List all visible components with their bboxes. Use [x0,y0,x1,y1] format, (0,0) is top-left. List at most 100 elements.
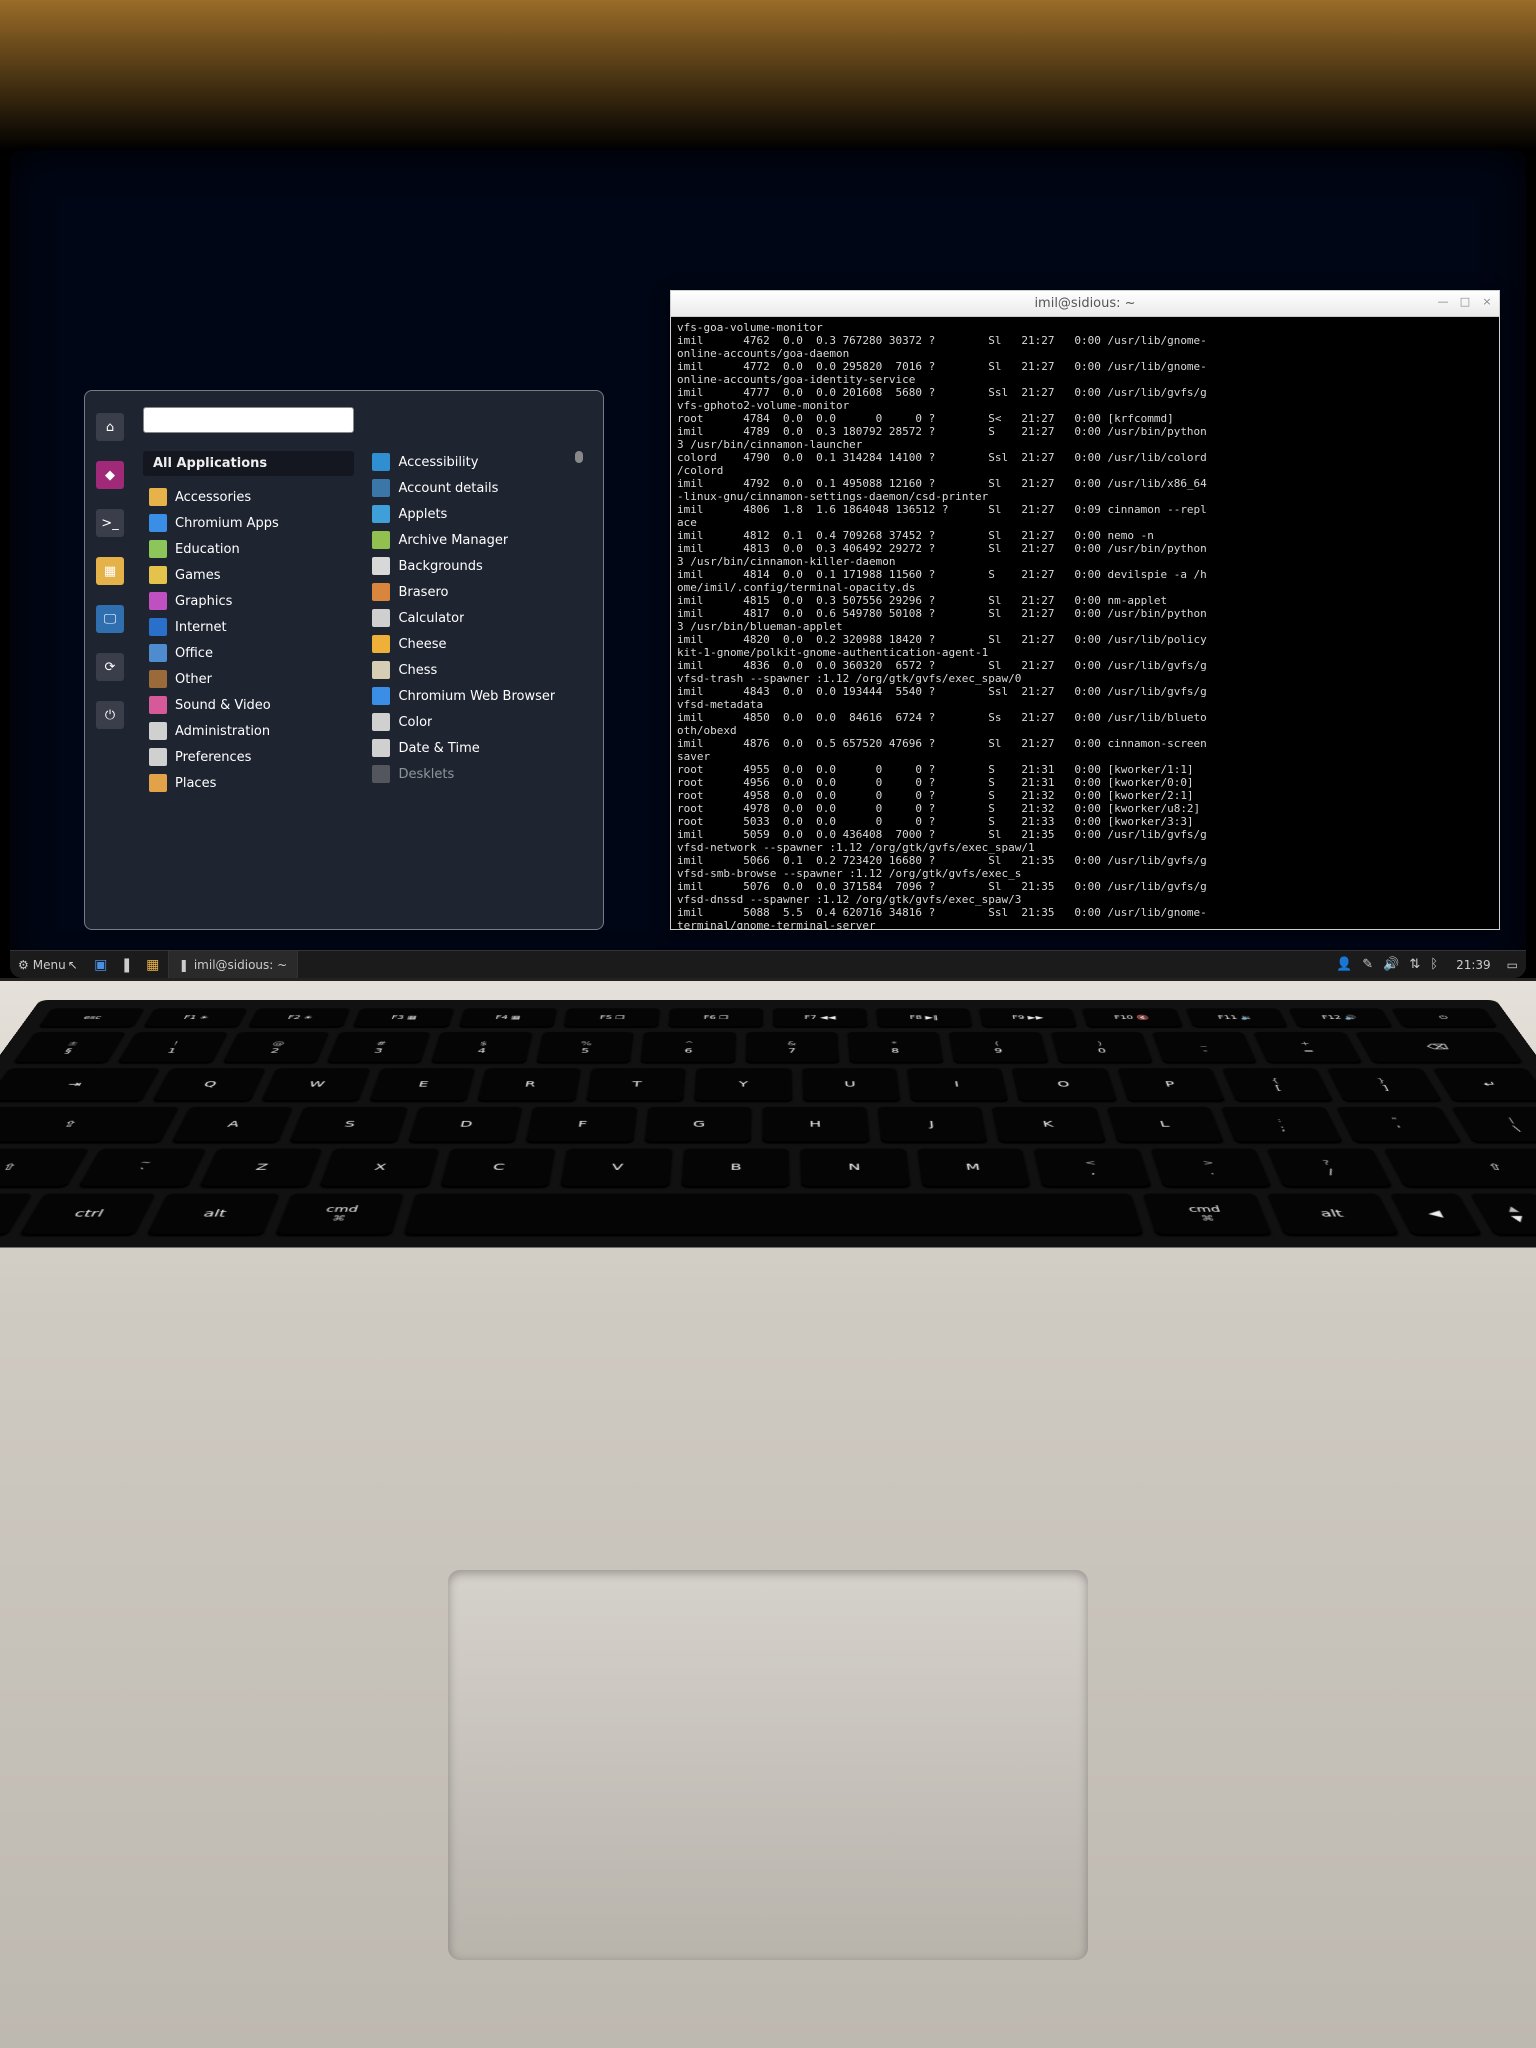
category-education[interactable]: Education [143,536,354,562]
software-icon[interactable]: ◆ [96,461,124,489]
apps-scrollbar[interactable] [575,451,583,463]
minimize-icon[interactable]: — [1437,295,1449,307]
app-label: Brasero [398,585,448,600]
volume-icon[interactable]: 🔊 [1383,957,1399,972]
taskbar: ⚙ Menu ↖ ▣ ❚ ▦ ❚ imil@sidious: ~ 👤 ✎ 🔊 ⇅… [10,950,1526,978]
folder-icon [149,566,167,584]
app-account-details[interactable]: Account details [366,475,589,501]
app-icon [372,609,390,627]
close-icon[interactable]: × [1481,295,1493,307]
menu-button-label: Menu [33,958,66,972]
bluetooth-icon[interactable]: ᛒ [1430,957,1438,972]
app-label: Chromium Web Browser [398,689,555,704]
folder-icon [149,722,167,740]
folder-icon [149,696,167,714]
maximize-icon[interactable]: □ [1459,295,1471,307]
app-accessibility[interactable]: Accessibility [366,449,589,475]
app-date-time[interactable]: Date & Time [366,735,589,761]
network-icon[interactable]: ⇅ [1409,957,1420,972]
app-label: Backgrounds [398,559,482,574]
menu-search-input[interactable] [143,407,354,433]
app-label: Calculator [398,611,464,626]
category-internet[interactable]: Internet [143,614,354,640]
terminal-icon: ❚ [179,958,189,972]
category-label: Places [175,776,216,791]
folder-icon [149,644,167,662]
app-label: Accessibility [398,455,478,470]
task-title: imil@sidious: ~ [194,958,287,972]
terminal-title-text: imil@sidious: ~ [1034,296,1135,311]
app-desklets[interactable]: Desklets [366,761,589,787]
desktop-screen: imil@sidious: ~ — □ × vfs-goa-volume-mon… [10,150,1526,978]
taskbar-task-terminal[interactable]: ❚ imil@sidious: ~ [168,951,298,978]
category-administration[interactable]: Administration [143,718,354,744]
app-cheese[interactable]: Cheese [366,631,589,657]
category-places[interactable]: Places [143,770,354,796]
category-graphics[interactable]: Graphics [143,588,354,614]
category-preferences[interactable]: Preferences [143,744,354,770]
app-icon [372,661,390,679]
system-tray: 👤 ✎ 🔊 ⇅ ᛒ [1326,957,1448,972]
launcher-terminal-icon[interactable]: ❚ [116,954,138,976]
category-games[interactable]: Games [143,562,354,588]
app-label: Applets [398,507,447,522]
app-icon [372,713,390,731]
app-icon [372,453,390,471]
category-label: Sound & Video [175,698,271,713]
refresh-icon[interactable]: ⟳ [96,653,124,681]
tray-expand-icon[interactable]: ▭ [1499,958,1526,972]
app-applets[interactable]: Applets [366,501,589,527]
app-chromium-web-browser[interactable]: Chromium Web Browser [366,683,589,709]
taskbar-clock[interactable]: 21:39 [1448,958,1499,972]
display-icon[interactable]: 🖵 [96,605,124,633]
category-label: Internet [175,620,227,635]
folder-icon [149,488,167,506]
user-icon[interactable]: 👤 [1336,957,1352,972]
terminal-icon[interactable]: >_ [96,509,124,537]
app-color[interactable]: Color [366,709,589,735]
folder-icon [149,514,167,532]
category-sound-video[interactable]: Sound & Video [143,692,354,718]
ambient-top [0,0,1536,150]
folder-icon [149,748,167,766]
edit-icon[interactable]: ✎ [1362,957,1373,972]
files-icon[interactable]: ▦ [96,557,124,585]
terminal-body[interactable]: vfs-goa-volume-monitor imil 4762 0.0 0.3… [671,317,1499,929]
menu-sidebar: ⌂ ◆ >_ ▦ 🖵 ⟳ ⏻ [85,391,135,929]
category-label: Education [175,542,240,557]
launcher-display-icon[interactable]: ▣ [90,954,112,976]
power-icon[interactable]: ⏻ [96,701,124,729]
category-chromium-apps[interactable]: Chromium Apps [143,510,354,536]
app-brasero[interactable]: Brasero [366,579,589,605]
category-label: Graphics [175,594,232,609]
app-calculator[interactable]: Calculator [366,605,589,631]
folder-icon [149,670,167,688]
application-menu[interactable]: ⌂ ◆ >_ ▦ 🖵 ⟳ ⏻ All Applications Accessories Chr… [84,390,604,930]
home-icon[interactable]: ⌂ [96,413,124,441]
app-icon [372,687,390,705]
laptop-keyboard: escF1 ☀F2 ☀F3 ▦F4 ▦F5 ❐F6 ❐F7 ◀◀F8 ▶‖F9 … [40,1000,1496,1520]
category-label: Preferences [175,750,251,765]
category-label: Office [175,646,213,661]
app-icon [372,739,390,757]
terminal-window[interactable]: imil@sidious: ~ — □ × vfs-goa-volume-mon… [670,290,1500,930]
category-office[interactable]: Office [143,640,354,666]
gear-icon: ⚙ [18,958,29,972]
menu-button[interactable]: ⚙ Menu ↖ [10,951,86,978]
terminal-titlebar[interactable]: imil@sidious: ~ — □ × [671,291,1499,317]
app-icon [372,557,390,575]
all-applications-header[interactable]: All Applications [143,451,354,476]
laptop-trackpad [448,1570,1088,1960]
category-other[interactable]: Other [143,666,354,692]
folder-icon [149,774,167,792]
category-label: Chromium Apps [175,516,279,531]
app-label: Date & Time [398,741,479,756]
app-archive-manager[interactable]: Archive Manager [366,527,589,553]
cursor-pointer-icon: ↖ [68,958,78,972]
app-chess[interactable]: Chess [366,657,589,683]
folder-icon [149,618,167,636]
app-label: Archive Manager [398,533,508,548]
app-backgrounds[interactable]: Backgrounds [366,553,589,579]
category-accessories[interactable]: Accessories [143,484,354,510]
launcher-files-icon[interactable]: ▦ [142,954,164,976]
